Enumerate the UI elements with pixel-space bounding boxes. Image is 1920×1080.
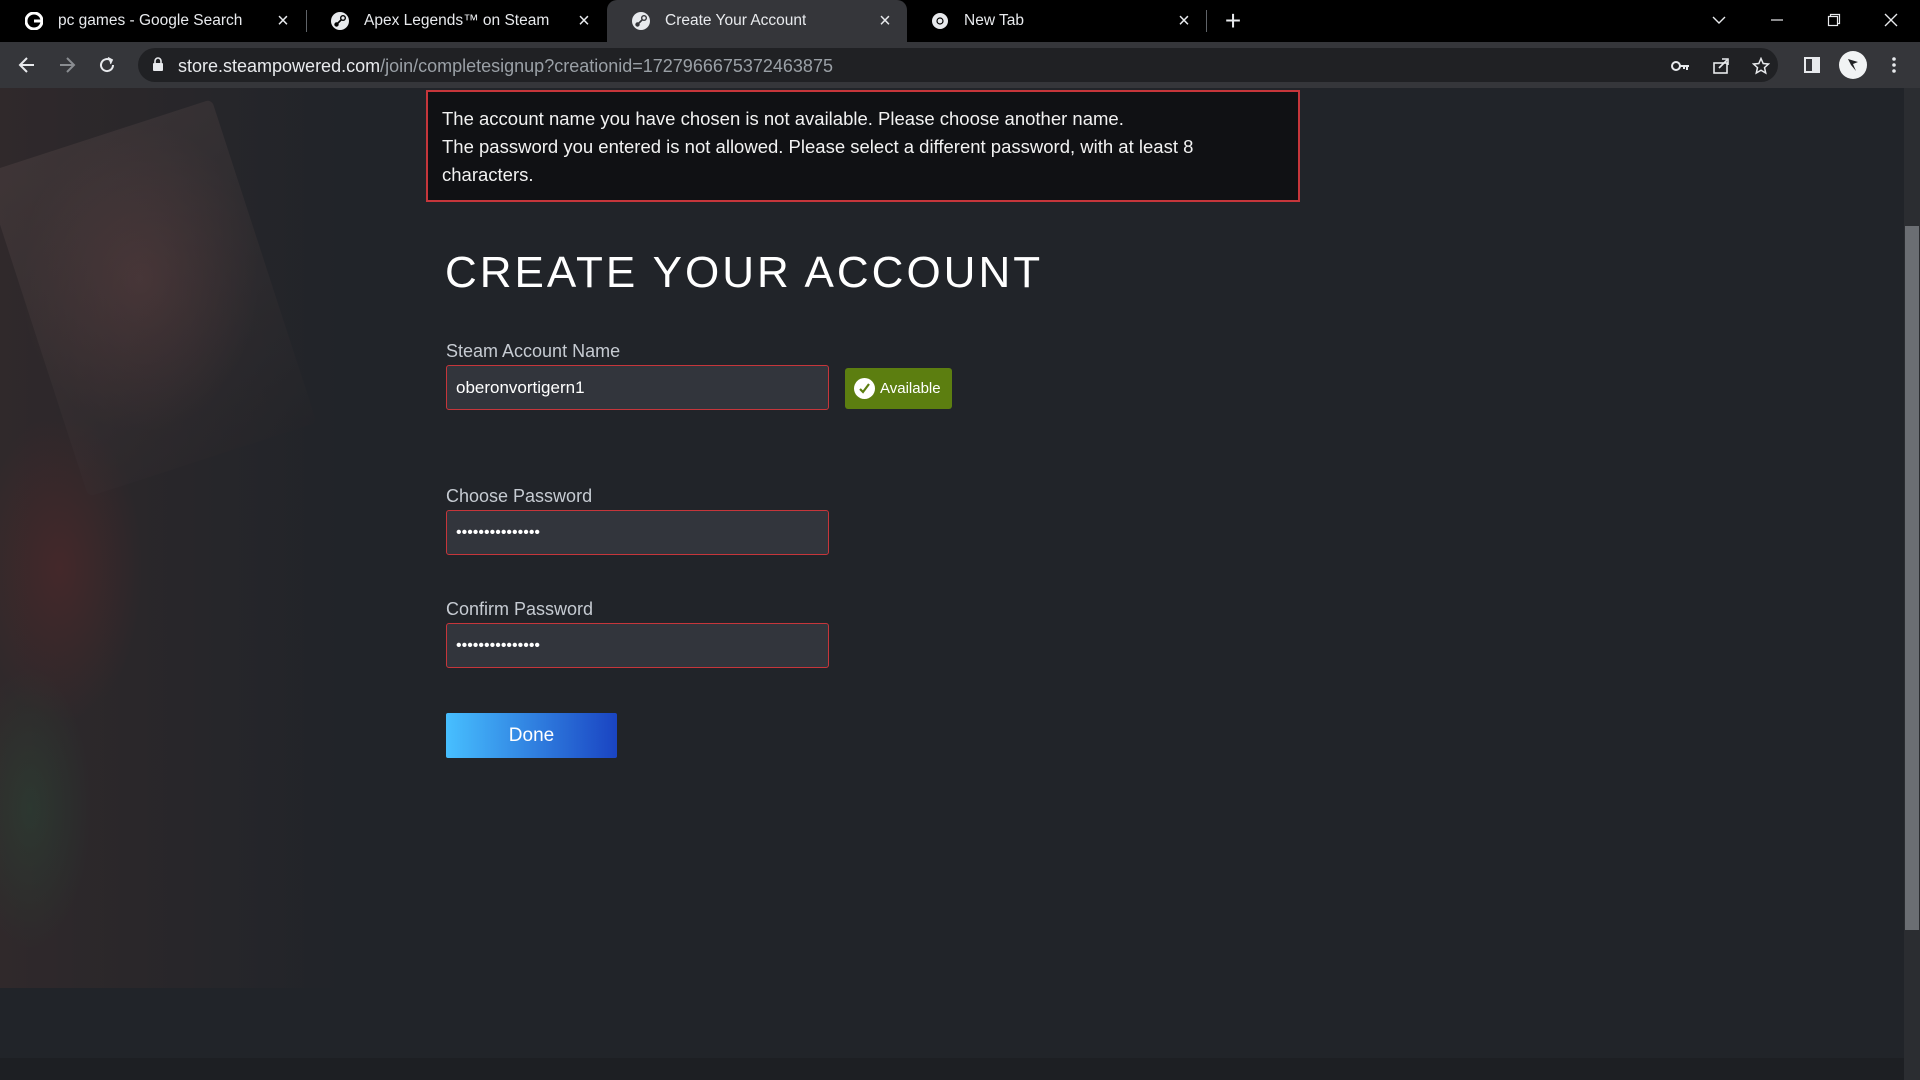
scrollbar-thumb[interactable]: [1905, 226, 1919, 930]
browser-toolbar: store.steampowered.com/join/completesign…: [0, 42, 1920, 88]
steam-icon: [330, 11, 350, 31]
tab-title: Create Your Account: [665, 12, 807, 29]
tab-new-tab[interactable]: New Tab ×: [906, 0, 1206, 42]
error-message-box: The account name you have chosen is not …: [426, 90, 1300, 202]
confirm-password-label: Confirm Password: [446, 599, 594, 619]
password-label: Choose Password: [446, 486, 593, 506]
address-bar[interactable]: store.steampowered.com/join/completesign…: [138, 48, 1778, 82]
close-window-icon[interactable]: [1863, 0, 1919, 40]
done-button[interactable]: Done: [446, 713, 617, 758]
lock-icon[interactable]: [152, 57, 164, 77]
browser-tab-strip: pc games - Google Search × Apex Legends™…: [0, 0, 1920, 42]
tab-title: pc games - Google Search: [58, 12, 243, 29]
password-input[interactable]: •••••••••••••••: [446, 510, 829, 555]
background-artwork: [0, 88, 340, 988]
tab-apex-legends[interactable]: Apex Legends™ on Steam ×: [306, 0, 606, 42]
account-name-input[interactable]: oberonvortigern1: [446, 365, 829, 410]
url-path: /join/completesignup?creationid=17279666…: [380, 56, 833, 76]
tab-title: Apex Legends™ on Steam: [364, 12, 550, 29]
back-arrow-icon[interactable]: [12, 50, 42, 80]
checkmark-icon: [854, 378, 875, 399]
reload-icon[interactable]: [92, 50, 122, 80]
restore-icon[interactable]: [1806, 0, 1862, 40]
menu-kebab-icon[interactable]: [1879, 50, 1909, 80]
profile-avatar-icon[interactable]: [1839, 51, 1867, 79]
forward-arrow-icon[interactable]: [52, 50, 82, 80]
account-name-label: Steam Account Name: [446, 341, 621, 361]
new-tab-icon[interactable]: +: [1218, 7, 1248, 35]
error-password: The password you entered is not allowed.…: [442, 136, 1194, 185]
url-text: store.steampowered.com/join/completesign…: [178, 56, 833, 77]
background-art-card: [0, 99, 317, 497]
close-icon[interactable]: ×: [875, 11, 895, 31]
tab-title: New Tab: [964, 12, 1025, 29]
chrome-icon: [930, 11, 950, 31]
availability-badge: Available: [845, 368, 952, 409]
url-host: store.steampowered.com: [178, 56, 381, 76]
close-icon[interactable]: ×: [273, 11, 293, 31]
steam-icon: [631, 11, 651, 31]
minimize-icon[interactable]: [1749, 0, 1805, 40]
key-icon[interactable]: [1670, 55, 1692, 77]
bookmark-star-icon[interactable]: [1750, 55, 1772, 77]
tab-separator: [1206, 10, 1207, 32]
share-icon[interactable]: [1710, 55, 1732, 77]
close-icon[interactable]: ×: [574, 11, 594, 31]
close-icon[interactable]: ×: [1174, 11, 1194, 31]
page-title: CREATE YOUR ACCOUNT: [445, 248, 1044, 297]
confirm-password-input[interactable]: •••••••••••••••: [446, 623, 829, 668]
tab-search-icon[interactable]: [1691, 0, 1747, 40]
tab-google-search[interactable]: pc games - Google Search ×: [0, 0, 305, 42]
page-viewport: The account name you have chosen is not …: [0, 88, 1920, 1080]
tab-create-account[interactable]: Create Your Account ×: [607, 0, 907, 42]
google-icon: [24, 11, 44, 31]
page-footer-strip: [0, 1058, 1904, 1080]
side-panel-icon[interactable]: [1797, 50, 1827, 80]
error-account-name: The account name you have chosen is not …: [442, 108, 1124, 129]
availability-text: Available: [880, 380, 941, 397]
page-background: The account name you have chosen is not …: [0, 88, 1904, 1058]
